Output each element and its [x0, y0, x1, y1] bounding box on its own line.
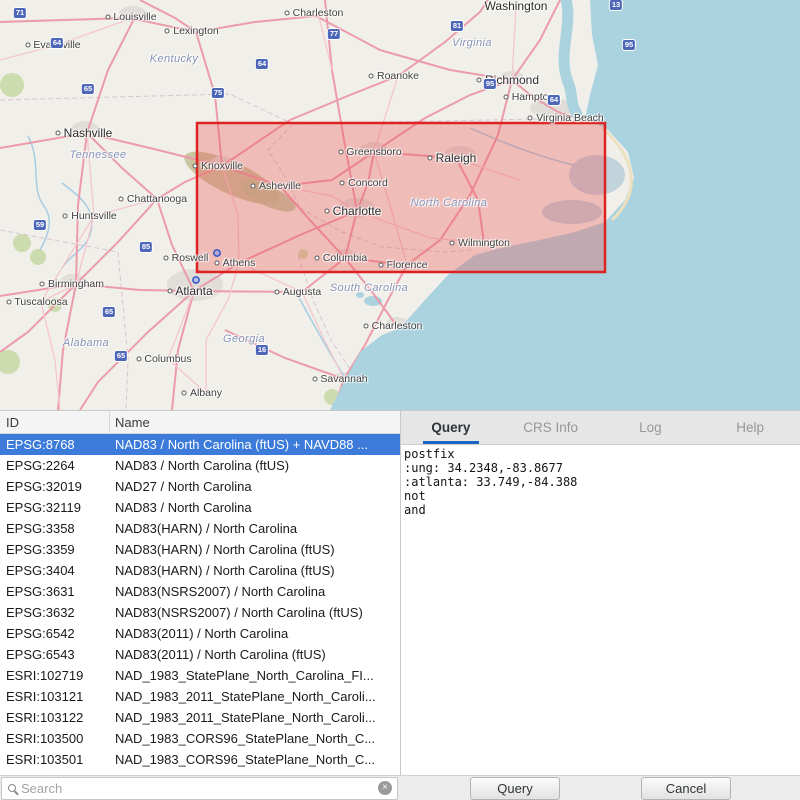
clear-search-icon[interactable]: × [378, 781, 392, 795]
crs-name: NAD_1983_CORS96_StatePlane_North_C... [110, 731, 400, 746]
crs-name: NAD83(2011) / North Carolina (ftUS) [110, 647, 400, 662]
crs-id: ESRI:102719 [0, 668, 110, 683]
crs-id: ESRI:103501 [0, 752, 110, 767]
crs-name: NAD27 / North Carolina [110, 479, 400, 494]
crs-name: NAD83(NSRS2007) / North Carolina [110, 584, 400, 599]
cancel-button[interactable]: Cancel [641, 777, 731, 800]
selection-rectangle [197, 123, 605, 272]
crs-name: NAD83(HARN) / North Carolina (ftUS) [110, 542, 400, 557]
table-row[interactable]: ESRI:103500NAD_1983_CORS96_StatePlane_No… [0, 728, 400, 749]
crs-name: NAD_1983_2011_StatePlane_North_Caroli... [110, 710, 400, 725]
crs-name: NAD83 / North Carolina [110, 500, 400, 515]
crs-name: NAD83 / North Carolina (ftUS) + NAVD88 .… [110, 437, 400, 452]
table-row[interactable]: EPSG:3359NAD83(HARN) / North Carolina (f… [0, 539, 400, 560]
crs-table-panel: ID Name EPSG:8768NAD83 / North Carolina … [0, 410, 400, 775]
crs-id: ESRI:103121 [0, 689, 110, 704]
tab-help[interactable]: Help [700, 411, 800, 444]
table-row[interactable]: EPSG:6542NAD83(2011) / North Carolina [0, 623, 400, 644]
table-header: ID Name [0, 411, 400, 434]
tab-query[interactable]: Query [401, 411, 501, 444]
crs-id: ESRI:103122 [0, 710, 110, 725]
table-row[interactable]: EPSG:3358NAD83(HARN) / North Carolina [0, 518, 400, 539]
query-editor[interactable]: postfix :ung: 34.2348,-83.8677 :atlanta:… [401, 445, 800, 775]
search-input[interactable] [16, 780, 378, 797]
crs-name: NAD83(NSRS2007) / North Carolina (ftUS) [110, 605, 400, 620]
query-button[interactable]: Query [470, 777, 560, 800]
tab-bar: Query CRS Info Log Help [401, 411, 800, 445]
map-svg [0, 0, 800, 410]
table-row[interactable]: ESRI:103121NAD_1983_2011_StatePlane_Nort… [0, 686, 400, 707]
crs-id: EPSG:6542 [0, 626, 110, 641]
crs-name: NAD83(HARN) / North Carolina [110, 521, 400, 536]
table-row[interactable]: ESRI:103122NAD_1983_2011_StatePlane_Nort… [0, 707, 400, 728]
crs-table-body: EPSG:8768NAD83 / North Carolina (ftUS) +… [0, 434, 400, 770]
table-row[interactable]: EPSG:3632NAD83(NSRS2007) / North Carolin… [0, 602, 400, 623]
crs-id: ESRI:103500 [0, 731, 110, 746]
crs-id: EPSG:2264 [0, 458, 110, 473]
table-row[interactable]: EPSG:8768NAD83 / North Carolina (ftUS) +… [0, 434, 400, 455]
crs-name: NAD_1983_CORS96_StatePlane_North_C... [110, 752, 400, 767]
table-row[interactable]: EPSG:32119NAD83 / North Carolina [0, 497, 400, 518]
crs-id: EPSG:3404 [0, 563, 110, 578]
search-icon [8, 784, 16, 792]
chesapeake-bay [564, 0, 577, 114]
table-row[interactable]: EPSG:3404NAD83(HARN) / North Carolina (f… [0, 560, 400, 581]
bottom-bar: × Query Cancel [0, 775, 800, 800]
crs-id: EPSG:6543 [0, 647, 110, 662]
crs-id: EPSG:3631 [0, 584, 110, 599]
crs-name: NAD83 / North Carolina (ftUS) [110, 458, 400, 473]
query-point-marker [193, 277, 199, 283]
crs-name: NAD83(2011) / North Carolina [110, 626, 400, 641]
crs-id: EPSG:8768 [0, 437, 110, 452]
crs-id: EPSG:32119 [0, 500, 110, 515]
table-row[interactable]: ESRI:102719NAD_1983_StatePlane_North_Car… [0, 665, 400, 686]
column-header-id[interactable]: ID [0, 411, 110, 433]
crs-name: NAD_1983_StatePlane_North_Carolina_FI... [110, 668, 400, 683]
tab-crs-info[interactable]: CRS Info [501, 411, 601, 444]
crs-id: EPSG:3359 [0, 542, 110, 557]
app-window: LouisvilleCharlestonWashingtonLexingtonE… [0, 0, 800, 800]
query-point-marker [214, 250, 220, 256]
tab-log[interactable]: Log [601, 411, 701, 444]
crs-name: NAD_1983_2011_StatePlane_North_Caroli... [110, 689, 400, 704]
crs-id: EPSG:3358 [0, 521, 110, 536]
table-row[interactable]: EPSG:3631NAD83(NSRS2007) / North Carolin… [0, 581, 400, 602]
crs-name: NAD83(HARN) / North Carolina (ftUS) [110, 563, 400, 578]
map-view[interactable]: LouisvilleCharlestonWashingtonLexingtonE… [0, 0, 800, 410]
table-row[interactable]: EPSG:32019NAD27 / North Carolina [0, 476, 400, 497]
crs-id: EPSG:3632 [0, 605, 110, 620]
crs-id: EPSG:32019 [0, 479, 110, 494]
search-box[interactable]: × [1, 777, 398, 800]
table-row[interactable]: ESRI:103501NAD_1983_CORS96_StatePlane_No… [0, 749, 400, 770]
column-header-name[interactable]: Name [110, 415, 400, 430]
table-row[interactable]: EPSG:6543NAD83(2011) / North Carolina (f… [0, 644, 400, 665]
right-panel: Query CRS Info Log Help postfix :ung: 34… [400, 410, 800, 775]
table-row[interactable]: EPSG:2264NAD83 / North Carolina (ftUS) [0, 455, 400, 476]
